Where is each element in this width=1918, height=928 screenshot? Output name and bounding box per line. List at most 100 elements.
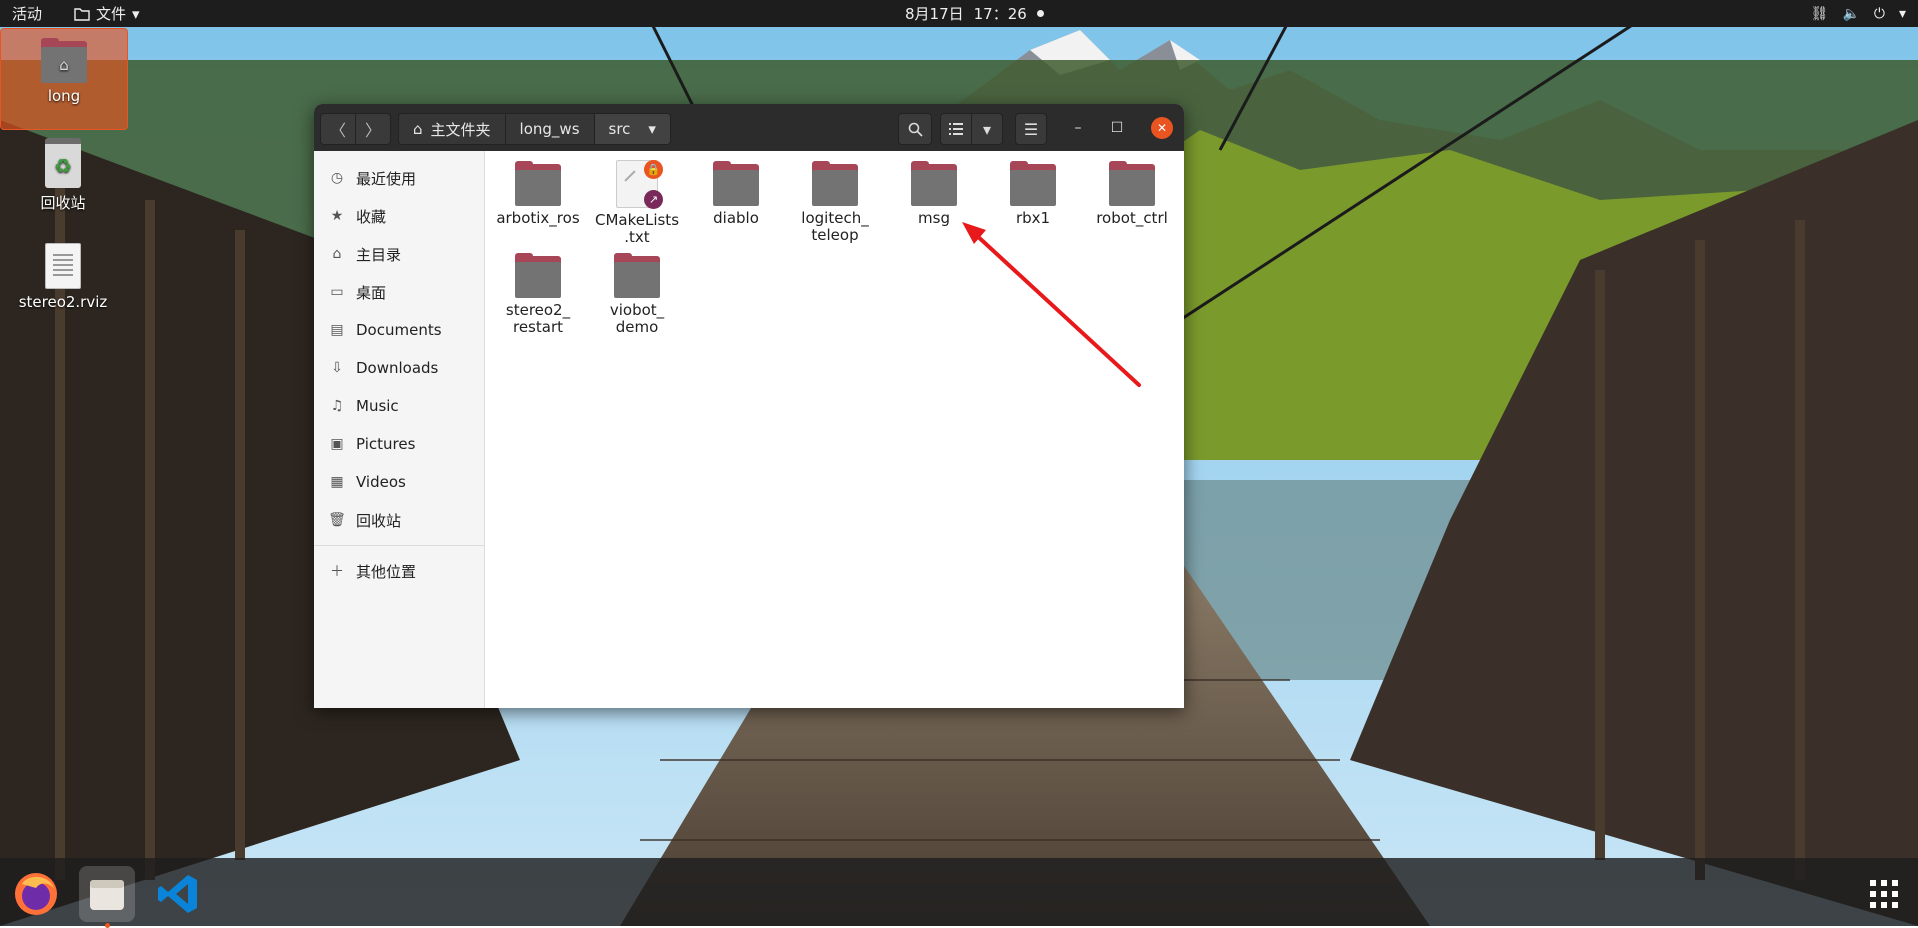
sidebar-item-other-locations[interactable]: ＋ 其他位置 bbox=[314, 552, 484, 590]
sidebar-item-label: Videos bbox=[356, 473, 406, 491]
folder-icon bbox=[1010, 161, 1056, 206]
desktop-icon-trash[interactable]: ♻ 回收站 bbox=[0, 138, 126, 213]
folder-icon bbox=[812, 161, 858, 206]
sidebar-item-label: Downloads bbox=[356, 359, 439, 377]
picture-icon: ▣ bbox=[330, 436, 344, 452]
breadcrumb-long-ws[interactable]: long_ws bbox=[505, 114, 595, 144]
file-name: rbx1 bbox=[1015, 209, 1051, 227]
desktop-icon-rviz[interactable]: stereo2.rviz bbox=[0, 243, 126, 311]
sidebar-item-music[interactable]: ♫ Music bbox=[314, 387, 484, 425]
file-item-diablo[interactable]: diablo bbox=[687, 158, 785, 227]
firefox-icon bbox=[15, 873, 57, 915]
sidebar-item-pictures[interactable]: ▣ Pictures bbox=[314, 425, 484, 463]
trash-icon: 🗑 bbox=[328, 512, 346, 528]
folder-icon bbox=[614, 253, 660, 298]
minimize-button[interactable]: – bbox=[1067, 117, 1089, 139]
file-name-line2: teleop bbox=[811, 226, 859, 244]
dock-files[interactable] bbox=[79, 866, 135, 928]
file-item-logitech-teleop[interactable]: logitech_ teleop bbox=[786, 158, 884, 244]
chevron-down-icon: ▾ bbox=[132, 4, 140, 23]
trash-icon: ♻ bbox=[45, 138, 81, 188]
file-name: stereo2_ bbox=[505, 301, 571, 319]
sidebar-item-label: 其他位置 bbox=[356, 562, 417, 581]
clock-date: 8月17日 bbox=[905, 5, 964, 23]
places-sidebar: ◷ 最近使用 ★ 收藏 ⌂ 主目录 ▭ 桌面 ▤ Documents ⇩ Downloads… bbox=[314, 151, 485, 708]
chevron-down-icon: ▾ bbox=[648, 120, 656, 138]
sidebar-item-starred[interactable]: ★ 收藏 bbox=[314, 197, 484, 235]
clock-time: 17：26 bbox=[973, 5, 1027, 23]
file-item-msg[interactable]: msg bbox=[885, 158, 983, 227]
file-item-arbotix-ros[interactable]: arbotix_ros bbox=[489, 158, 587, 227]
header-bar: 〈 〉 ⌂ 主文件夹 long_ws src ▾ ▾ ☰ – ☐ ✕ bbox=[314, 104, 1184, 151]
download-icon: ⇩ bbox=[331, 360, 343, 376]
breadcrumb-label: 主文件夹 bbox=[430, 120, 491, 139]
file-item-stereo2-restart[interactable]: stereo2_ restart bbox=[489, 250, 587, 336]
show-apps-button[interactable] bbox=[1856, 866, 1912, 922]
volume-icon: 🔈 bbox=[1842, 5, 1860, 22]
breadcrumb-home[interactable]: ⌂ 主文件夹 bbox=[399, 114, 506, 144]
clock-button[interactable]: 8月17日 17：26 bbox=[905, 3, 1044, 24]
sidebar-item-label: 收藏 bbox=[356, 207, 387, 226]
network-icon: ⛓ bbox=[1810, 5, 1829, 22]
app-grid-icon bbox=[1870, 880, 1898, 908]
sidebar-item-trash[interactable]: 🗑 回收站 bbox=[314, 501, 484, 539]
file-name-line2: .txt bbox=[624, 228, 650, 246]
minimize-icon: – bbox=[1074, 120, 1082, 136]
file-item-rbx1[interactable]: rbx1 bbox=[984, 158, 1082, 227]
chevron-down-icon: ▾ bbox=[1898, 5, 1906, 22]
chevron-down-icon: ▾ bbox=[982, 119, 992, 139]
file-name: arbotix_ros bbox=[496, 209, 580, 227]
view-list-button[interactable] bbox=[940, 113, 972, 145]
sidebar-item-downloads[interactable]: ⇩ Downloads bbox=[314, 349, 484, 387]
folder-icon bbox=[911, 161, 957, 206]
sidebar-item-desktop[interactable]: ▭ 桌面 bbox=[314, 273, 484, 311]
plus-icon: ＋ bbox=[330, 564, 344, 580]
file-grid: arbotix_ros 🔒 ↗ CMakeLists .txt diablo l… bbox=[485, 151, 1184, 708]
sidebar-item-label: 回收站 bbox=[356, 511, 402, 530]
sidebar-item-label: Documents bbox=[356, 321, 442, 339]
breadcrumb-label: long_ws bbox=[519, 120, 580, 138]
sidebar-item-recent[interactable]: ◷ 最近使用 bbox=[314, 159, 484, 197]
file-item-viobot-demo[interactable]: viobot_ demo bbox=[588, 250, 686, 336]
dock-firefox[interactable] bbox=[8, 866, 64, 922]
file-item-cmakelists[interactable]: 🔒 ↗ CMakeLists .txt bbox=[588, 158, 686, 246]
sidebar-item-home[interactable]: ⌂ 主目录 bbox=[314, 235, 484, 273]
music-icon: ♫ bbox=[330, 398, 344, 414]
file-name-line2: restart bbox=[512, 318, 563, 336]
sidebar-divider bbox=[314, 545, 484, 546]
home-icon: ⌂ bbox=[332, 246, 342, 262]
desktop-icon-home[interactable]: ⌂ long bbox=[0, 28, 128, 130]
sidebar-item-documents[interactable]: ▤ Documents bbox=[314, 311, 484, 349]
file-name: logitech_ bbox=[801, 209, 869, 227]
desktop-icon-label: 回收站 bbox=[40, 194, 86, 212]
system-tray[interactable]: ⛓ 🔈 ⏻ ▾ bbox=[1811, 6, 1906, 22]
breadcrumb: ⌂ 主文件夹 long_ws src ▾ bbox=[398, 113, 671, 145]
forward-button[interactable]: 〉 bbox=[355, 113, 391, 145]
dock-vscode[interactable] bbox=[150, 866, 206, 922]
activities-button[interactable]: 活动 bbox=[12, 3, 42, 24]
folder-icon bbox=[713, 161, 759, 206]
breadcrumb-src[interactable]: src ▾ bbox=[594, 114, 670, 144]
back-button[interactable]: 〈 bbox=[320, 113, 356, 145]
file-name: diablo bbox=[713, 209, 759, 227]
symlink-arrow-icon: ↗ bbox=[644, 190, 663, 209]
document-icon: ▤ bbox=[330, 322, 344, 338]
hamburger-menu-icon: ☰ bbox=[1023, 119, 1039, 139]
maximize-button[interactable]: ☐ bbox=[1106, 117, 1128, 139]
view-options-button[interactable]: ▾ bbox=[971, 113, 1003, 145]
clock-icon: ◷ bbox=[330, 170, 344, 186]
files-app-icon bbox=[90, 880, 124, 910]
dock bbox=[0, 858, 1918, 928]
search-button[interactable] bbox=[898, 113, 932, 145]
sidebar-item-videos[interactable]: ▦ Videos bbox=[314, 463, 484, 501]
app-menu-button[interactable]: 文件 ▾ bbox=[74, 3, 140, 24]
home-icon: ⌂ bbox=[413, 120, 423, 138]
sidebar-item-label: 最近使用 bbox=[356, 169, 417, 188]
main-menu-button[interactable]: ☰ bbox=[1015, 113, 1047, 145]
file-item-robot-ctrl[interactable]: robot_ctrl bbox=[1083, 158, 1181, 227]
breadcrumb-label: src bbox=[608, 120, 631, 138]
search-icon bbox=[908, 122, 923, 137]
app-menu-label: 文件 bbox=[96, 5, 127, 23]
close-button[interactable]: ✕ bbox=[1151, 117, 1173, 139]
power-icon: ⏻ bbox=[1873, 5, 1885, 22]
